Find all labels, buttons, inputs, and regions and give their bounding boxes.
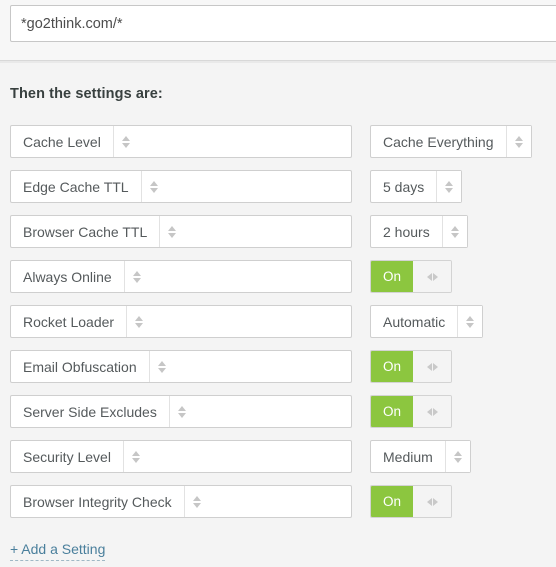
setting-value-toggle[interactable]: On	[370, 395, 452, 428]
spinner-updown-icon[interactable]	[159, 216, 185, 247]
setting-row: Browser Integrity Check On	[0, 485, 556, 530]
setting-row: Edge Cache TTL 5 days	[0, 170, 556, 215]
toggle-handle[interactable]	[413, 486, 451, 517]
spinner-updown-icon[interactable]	[457, 306, 483, 337]
setting-row: Server Side Excludes On	[0, 395, 556, 440]
spinner-updown-icon[interactable]	[148, 351, 174, 382]
setting-row: Email Obfuscation On	[0, 350, 556, 395]
url-pattern-input[interactable]	[10, 5, 556, 42]
settings-row-list: Cache Level Cache Everything Edge Cache TT…	[0, 125, 556, 530]
url-pattern-bar	[0, 0, 556, 61]
add-setting-link[interactable]: + Add a Setting	[10, 541, 106, 561]
setting-value-label: Medium	[383, 448, 433, 465]
setting-row: Always Online On	[0, 260, 556, 305]
setting-value-select[interactable]: Cache Everything	[370, 125, 532, 158]
setting-name-label: Browser Integrity Check	[23, 493, 172, 510]
setting-value-label: 5 days	[383, 178, 425, 195]
setting-value-select[interactable]: Medium	[370, 440, 471, 473]
setting-name-select[interactable]: Browser Cache TTL	[10, 215, 352, 248]
setting-value-label: 2 hours	[383, 223, 430, 240]
arrows-left-right-icon	[426, 272, 438, 281]
arrows-left-right-icon	[426, 497, 438, 506]
setting-row: Cache Level Cache Everything	[0, 125, 556, 170]
spinner-updown-icon[interactable]	[122, 441, 148, 472]
spinner-updown-icon[interactable]	[436, 171, 462, 202]
spinner-updown-icon[interactable]	[112, 126, 138, 157]
spinner-updown-icon[interactable]	[123, 261, 149, 292]
toggle-state-label: On	[371, 351, 413, 382]
setting-name-label: Cache Level	[23, 133, 101, 150]
spinner-updown-icon[interactable]	[168, 396, 194, 427]
arrows-left-right-icon	[426, 362, 438, 371]
setting-value-toggle[interactable]: On	[370, 350, 452, 383]
toggle-state-label: On	[371, 396, 413, 427]
setting-value-label: Automatic	[383, 313, 446, 330]
setting-name-label: Security Level	[23, 448, 111, 465]
toggle-state-label: On	[371, 486, 413, 517]
setting-value-toggle[interactable]: On	[370, 260, 452, 293]
setting-value-select[interactable]: 2 hours	[370, 215, 468, 248]
spinner-updown-icon[interactable]	[126, 306, 152, 337]
toggle-handle[interactable]	[413, 351, 451, 382]
setting-name-label: Edge Cache TTL	[23, 178, 129, 195]
setting-name-select[interactable]: Edge Cache TTL	[10, 170, 352, 203]
setting-name-label: Browser Cache TTL	[23, 223, 148, 240]
setting-name-label: Rocket Loader	[23, 313, 115, 330]
setting-name-select[interactable]: Server Side Excludes	[10, 395, 352, 428]
setting-name-select[interactable]: Security Level	[10, 440, 352, 473]
setting-value-select[interactable]: 5 days	[370, 170, 463, 203]
spinner-updown-icon[interactable]	[183, 486, 209, 517]
setting-name-label: Always Online	[23, 268, 112, 285]
spinner-updown-icon[interactable]	[505, 126, 531, 157]
spinner-updown-icon[interactable]	[441, 216, 467, 247]
setting-row: Rocket Loader Automatic	[0, 305, 556, 350]
setting-value-toggle[interactable]: On	[370, 485, 452, 518]
setting-row: Security Level Medium	[0, 440, 556, 485]
spinner-updown-icon[interactable]	[140, 171, 166, 202]
spinner-updown-icon[interactable]	[444, 441, 470, 472]
toggle-state-label: On	[371, 261, 413, 292]
setting-value-label: Cache Everything	[383, 133, 494, 150]
setting-row: Browser Cache TTL 2 hours	[0, 215, 556, 260]
setting-name-label: Email Obfuscation	[23, 358, 137, 375]
setting-name-select[interactable]: Email Obfuscation	[10, 350, 352, 383]
setting-value-select[interactable]: Automatic	[370, 305, 484, 338]
settings-panel: Then the settings are: Cache Level Cache …	[0, 63, 556, 567]
setting-name-label: Server Side Excludes	[23, 403, 157, 420]
arrows-left-right-icon	[426, 407, 438, 416]
toggle-handle[interactable]	[413, 261, 451, 292]
section-title: Then the settings are:	[10, 86, 163, 102]
setting-name-select[interactable]: Always Online	[10, 260, 352, 293]
setting-name-select[interactable]: Cache Level	[10, 125, 352, 158]
toggle-handle[interactable]	[413, 396, 451, 427]
setting-name-select[interactable]: Browser Integrity Check	[10, 485, 352, 518]
setting-name-select[interactable]: Rocket Loader	[10, 305, 352, 338]
